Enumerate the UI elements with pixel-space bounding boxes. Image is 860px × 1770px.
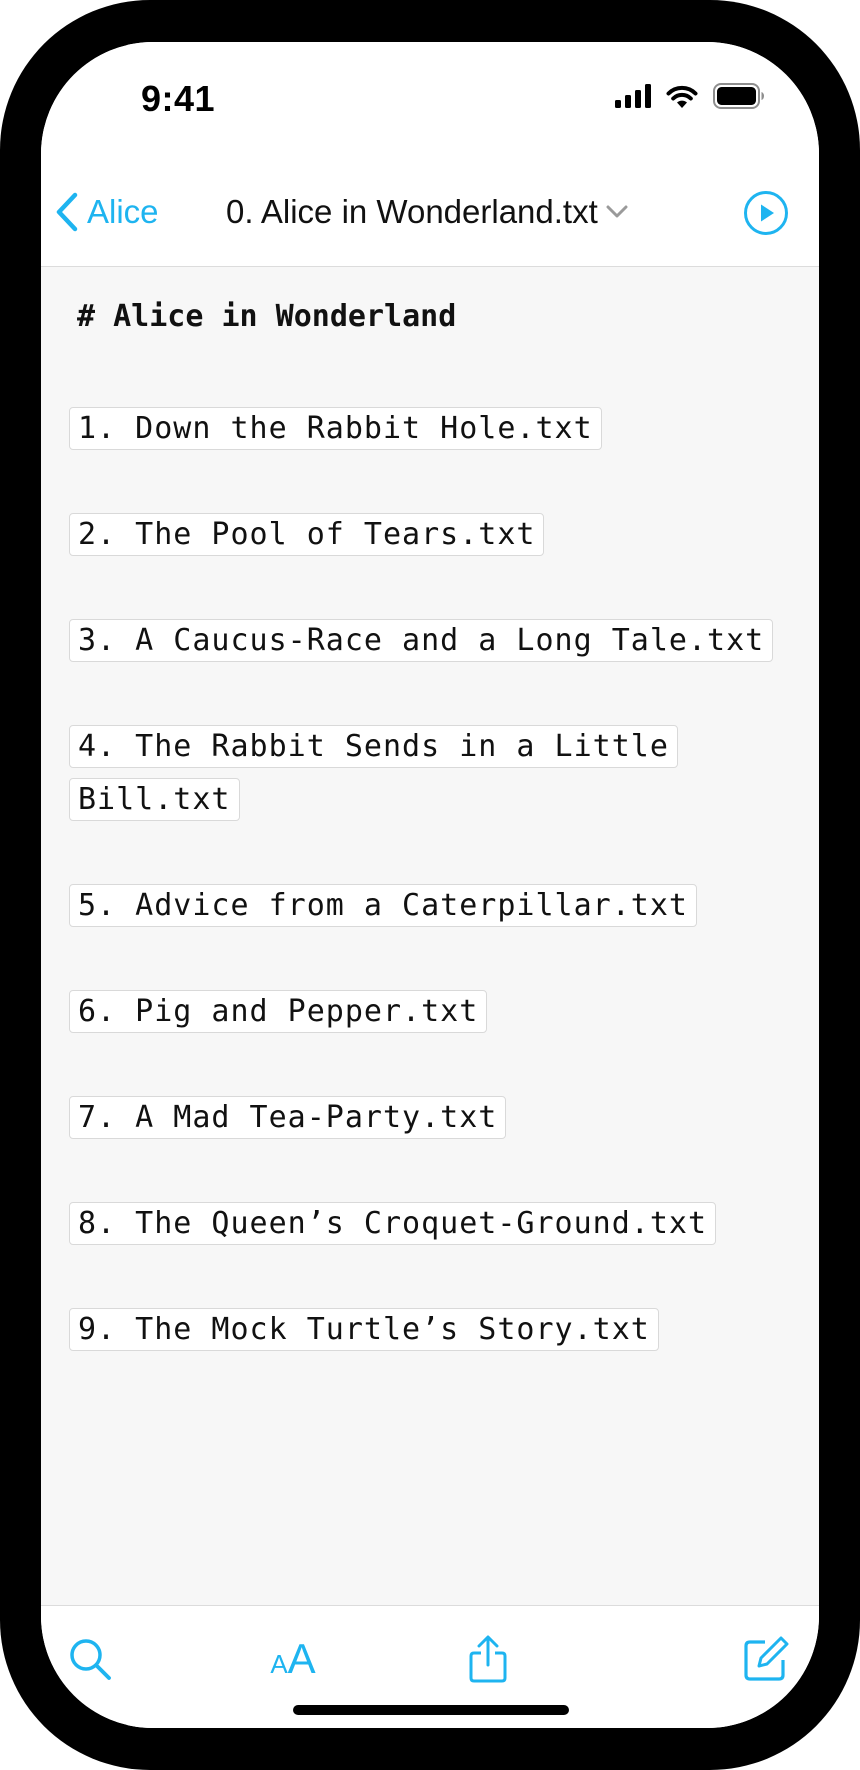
document-editor[interactable]: # Alice in Wonderland 1. Down the Rabbit… (41, 267, 819, 1605)
list-item: 3. A Caucus-Race and a Long Tale.txt (69, 614, 789, 667)
device-frame: 9:41 Alice 0. Alice in Wonderland.txt # … (0, 0, 860, 1770)
list-item: 4. The Rabbit Sends in a Little Bill.txt (69, 720, 789, 826)
status-icons (615, 76, 765, 116)
file-link[interactable]: 2. The Pool of Tears.txt (69, 513, 545, 556)
home-indicator[interactable] (293, 1705, 569, 1715)
font-size-icon: AA (270, 1638, 315, 1680)
list-item: 6. Pig and Pepper.txt (69, 985, 789, 1038)
search-icon (70, 1639, 111, 1680)
back-button-label: Alice (87, 193, 159, 230)
file-link[interactable]: 9. The Mock Turtle’s Story.txt (69, 1308, 659, 1351)
share-button[interactable] (463, 1634, 513, 1684)
list-item: 8. The Queen’s Croquet-Ground.txt (69, 1197, 789, 1250)
chevron-left-icon (56, 192, 78, 232)
file-link[interactable]: 1. Down the Rabbit Hole.txt (69, 407, 602, 450)
cellular-signal-icon (615, 84, 651, 108)
search-button[interactable] (65, 1634, 115, 1684)
font-icon-small-a: A (270, 1649, 288, 1679)
play-circle-icon[interactable] (743, 190, 789, 236)
file-link[interactable]: 6. Pig and Pepper.txt (69, 990, 488, 1033)
wifi-icon (666, 85, 698, 108)
document-link-list: 1. Down the Rabbit Hole.txt 2. The Pool … (69, 402, 789, 1409)
document-title: 0. Alice in Wonderland.txt (226, 193, 598, 230)
list-item: 2. The Pool of Tears.txt (69, 508, 789, 561)
compose-button[interactable] (741, 1634, 791, 1684)
file-link[interactable]: 8. The Queen’s Croquet-Ground.txt (69, 1202, 717, 1245)
font-size-button[interactable]: AA (263, 1634, 323, 1684)
file-link[interactable]: 4. The Rabbit Sends in a Little Bill.txt (69, 725, 678, 821)
file-link[interactable]: 5. Advice from a Caterpillar.txt (69, 884, 697, 927)
battery-icon (713, 83, 764, 109)
back-button[interactable]: Alice (55, 182, 159, 242)
compose-icon (744, 1636, 789, 1681)
list-item: 7. A Mad Tea-Party.txt (69, 1091, 789, 1144)
list-item: 5. Advice from a Caterpillar.txt (69, 879, 789, 932)
status-time: 9:41 (141, 78, 216, 119)
chevron-down-icon (606, 205, 628, 218)
document-heading: # Alice in Wonderland (77, 299, 457, 334)
bottom-toolbar: AA (41, 1605, 819, 1728)
document-title-menu[interactable]: 0. Alice in Wonderland.txt (226, 184, 628, 240)
share-icon (469, 1635, 507, 1683)
status-bar: 9:41 (41, 42, 819, 162)
screen: 9:41 Alice 0. Alice in Wonderland.txt # … (41, 42, 819, 1728)
font-icon-large-a: A (287, 1635, 316, 1682)
file-link[interactable]: 3. A Caucus-Race and a Long Tale.txt (69, 619, 774, 662)
list-item: 1. Down the Rabbit Hole.txt (69, 402, 789, 455)
list-item: 9. The Mock Turtle’s Story.txt (69, 1303, 789, 1356)
navigation-bar: Alice 0. Alice in Wonderland.txt (41, 162, 819, 267)
file-link[interactable]: 7. A Mad Tea-Party.txt (69, 1096, 507, 1139)
